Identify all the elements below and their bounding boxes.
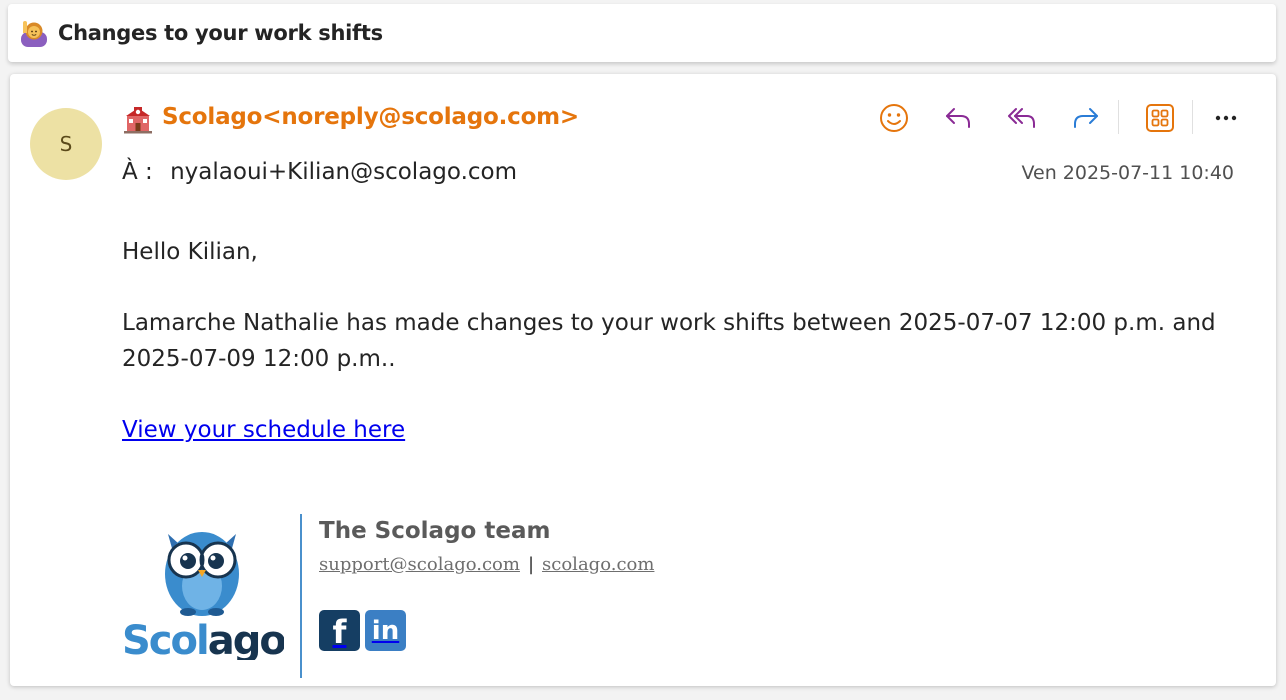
signature-team-name: The Scolago team <box>319 518 551 544</box>
message-body: Hello Kilian, Lamarche Nathalie has made… <box>122 234 1242 483</box>
reply-button[interactable] <box>936 96 980 140</box>
subject-bar: Changes to your work shifts <box>8 4 1276 62</box>
toolbar-divider <box>1192 100 1193 134</box>
greeting: Hello Kilian, <box>122 239 258 265</box>
owl-mascot-icon <box>165 532 239 616</box>
forward-icon <box>1074 108 1098 128</box>
scolago-logo: Scolago <box>122 532 284 660</box>
message-card: S Scolago<noreply@scolago.com> À : nyala… <box>10 74 1276 686</box>
subject-title: Changes to your work shifts <box>58 21 383 45</box>
support-email-link[interactable]: support@scolago.com <box>319 554 520 575</box>
facebook-label: f <box>332 613 347 651</box>
linkedin-icon[interactable]: in <box>365 610 406 651</box>
svg-text:Scolago: Scolago <box>122 618 284 660</box>
recipient-row: À : nyalaoui+Kilian@scolago.com <box>122 159 517 185</box>
person-raising-hand-icon <box>21 21 47 47</box>
smiley-icon <box>880 104 908 132</box>
more-icon <box>1215 115 1237 121</box>
reply-all-icon <box>1008 108 1035 128</box>
website-link[interactable]: scolago.com <box>542 554 654 575</box>
toolbar-divider <box>1118 100 1119 134</box>
avatar[interactable]: S <box>30 108 102 180</box>
view-schedule-link[interactable]: View your schedule here <box>122 417 405 443</box>
facebook-icon[interactable]: f <box>319 610 360 651</box>
forward-button[interactable] <box>1064 96 1108 140</box>
apps-button[interactable] <box>1138 96 1182 140</box>
reply-all-button[interactable] <box>1000 96 1044 140</box>
message-date: Ven 2025-07-11 10:40 <box>1021 162 1234 184</box>
signature-links: support@scolago.com | scolago.com <box>319 554 654 575</box>
more-actions-button[interactable] <box>1204 96 1248 140</box>
signature-divider <box>300 514 302 678</box>
avatar-initial: S <box>59 132 73 156</box>
linkedin-label: in <box>371 616 400 646</box>
sender-name[interactable]: Scolago<noreply@scolago.com> <box>162 104 579 130</box>
reply-icon <box>946 108 970 128</box>
apps-icon <box>1146 104 1174 132</box>
to-label: À : <box>122 159 153 185</box>
recipient-address[interactable]: nyalaoui+Kilian@scolago.com <box>170 159 517 185</box>
school-building-icon <box>124 107 152 134</box>
body-paragraph: Lamarche Nathalie has made changes to yo… <box>122 310 1216 372</box>
react-button[interactable] <box>872 96 916 140</box>
link-separator: | <box>527 554 535 575</box>
